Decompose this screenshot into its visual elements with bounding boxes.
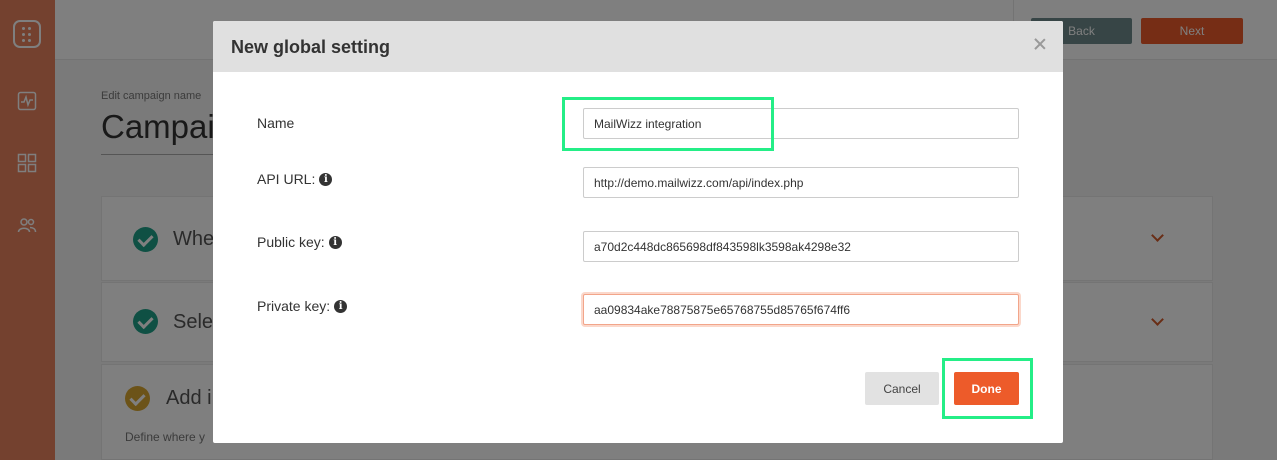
new-global-setting-dialog: New global setting Name API URL: i Publi… bbox=[213, 21, 1063, 443]
modal-header: New global setting bbox=[213, 21, 1063, 72]
cancel-button[interactable]: Cancel bbox=[865, 372, 939, 405]
private-key-label: Private key: i bbox=[257, 298, 348, 314]
modal-title: New global setting bbox=[231, 37, 391, 57]
private-key-input[interactable] bbox=[583, 294, 1019, 325]
api-url-input[interactable] bbox=[583, 167, 1019, 198]
name-label: Name bbox=[257, 115, 294, 131]
api-url-label-text: API URL: bbox=[257, 171, 316, 187]
api-url-label: API URL: i bbox=[257, 171, 333, 187]
close-icon[interactable] bbox=[1031, 35, 1049, 53]
done-button[interactable]: Done bbox=[954, 372, 1019, 405]
info-icon[interactable]: i bbox=[334, 299, 348, 313]
name-input[interactable] bbox=[583, 108, 1019, 139]
public-key-label-text: Public key: bbox=[257, 234, 325, 250]
public-key-input[interactable] bbox=[583, 231, 1019, 262]
name-label-text: Name bbox=[257, 115, 295, 131]
public-key-label: Public key: i bbox=[257, 234, 342, 250]
info-icon[interactable]: i bbox=[319, 172, 333, 186]
private-key-label-text: Private key: bbox=[257, 298, 331, 314]
info-icon[interactable]: i bbox=[328, 235, 342, 249]
